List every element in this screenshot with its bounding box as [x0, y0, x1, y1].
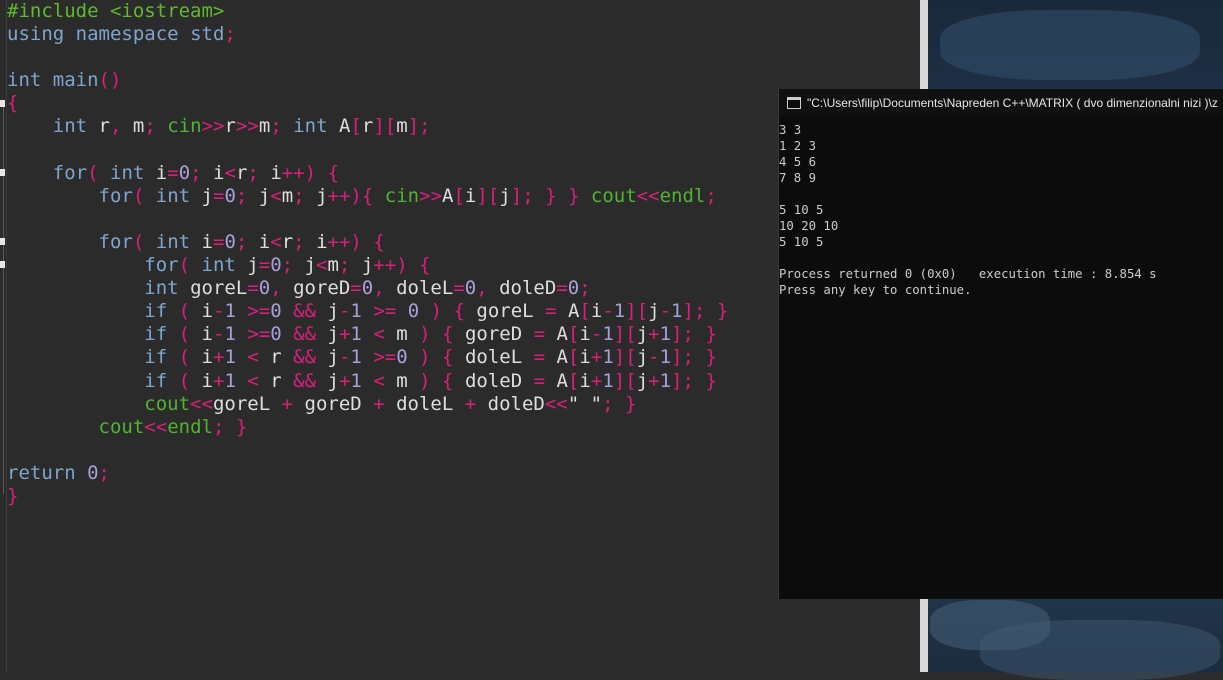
- code-line[interactable]: if ( i-1 >=0 && j+1 < m ) { goreD = A[i-…: [7, 323, 728, 346]
- editor-gutter: [0, 0, 7, 672]
- code-line[interactable]: cout<<goreL + goreD + doleL + doleD<<" "…: [7, 393, 728, 416]
- code-line[interactable]: }: [7, 485, 728, 508]
- code-text[interactable]: #include <iostream> using namespace std; …: [7, 0, 728, 508]
- fold-marker-icon[interactable]: [0, 238, 5, 245]
- code-line[interactable]: using namespace std;: [7, 23, 728, 46]
- code-line[interactable]: if ( i-1 >=0 && j-1 >= 0 ) { goreL = A[i…: [7, 300, 728, 323]
- code-line[interactable]: {: [7, 92, 728, 115]
- console-titlebar[interactable]: "C:\Users\filip\Documents\Napreden C++\M…: [779, 89, 1223, 117]
- code-line[interactable]: for( int i=0; i<r; i++) {: [7, 162, 728, 185]
- code-line[interactable]: [7, 439, 728, 462]
- console-output: 3 3 1 2 3 4 5 6 7 8 9 5 10 5 10 20 10 5 …: [779, 123, 1157, 297]
- console-app-icon: [787, 97, 801, 109]
- code-line[interactable]: for( int j=0; j<m; j++){ cin>>A[i][j]; }…: [7, 185, 728, 208]
- code-line[interactable]: [7, 139, 728, 162]
- code-line[interactable]: if ( i+1 < r && j-1 >=0 ) { doleL = A[i+…: [7, 346, 728, 369]
- code-line[interactable]: [7, 208, 728, 231]
- code-line[interactable]: for( int i=0; i<r; i++) {: [7, 231, 728, 254]
- fold-marker-icon[interactable]: [0, 100, 5, 107]
- fold-guide-line: [3, 104, 4, 494]
- code-line[interactable]: int r, m; cin>>r>>m; int A[r][m];: [7, 115, 728, 138]
- code-line[interactable]: int goreL=0, goreD=0, doleL=0, doleD=0;: [7, 277, 728, 300]
- code-line[interactable]: return 0;: [7, 462, 728, 485]
- code-line[interactable]: int main(): [7, 69, 728, 92]
- code-line[interactable]: [7, 46, 728, 69]
- fold-marker-icon[interactable]: [0, 169, 5, 176]
- code-line[interactable]: if ( i+1 < r && j+1 < m ) { doleD = A[i+…: [7, 370, 728, 393]
- console-title: "C:\Users\filip\Documents\Napreden C++\M…: [807, 96, 1218, 110]
- fold-marker-icon[interactable]: [0, 261, 5, 268]
- code-line[interactable]: #include <iostream>: [7, 0, 728, 23]
- code-line[interactable]: for( int j=0; j<m; j++) {: [7, 254, 728, 277]
- code-line[interactable]: cout<<endl; }: [7, 416, 728, 439]
- console-window[interactable]: "C:\Users\filip\Documents\Napreden C++\M…: [778, 89, 1223, 599]
